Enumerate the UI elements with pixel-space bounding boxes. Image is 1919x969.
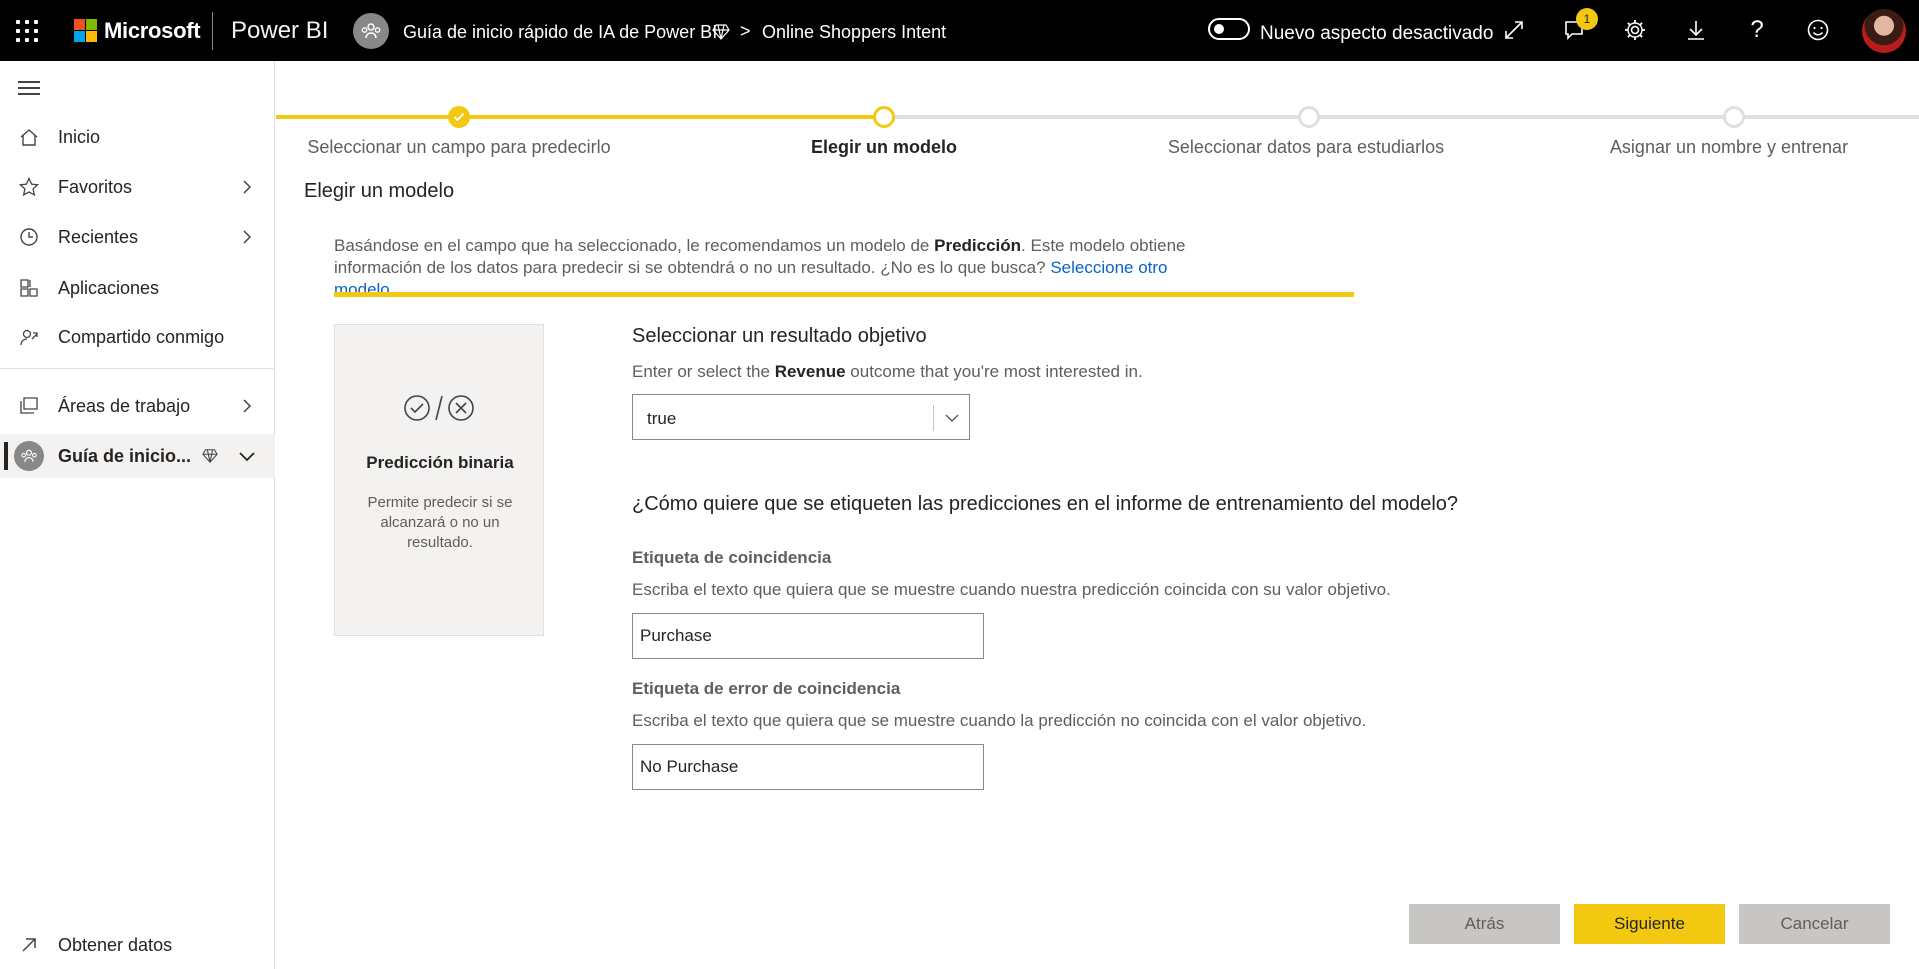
step-2-label[interactable]: Elegir un modelo: [811, 137, 957, 158]
chevron-right-icon: [243, 230, 252, 244]
step-3-dot: [1298, 106, 1320, 128]
stepper-progress: [276, 115, 884, 119]
info-text-bold: Predicción: [934, 236, 1022, 255]
step-1-checkmark-icon: [448, 106, 470, 128]
help-icon[interactable]: ?: [1741, 14, 1773, 46]
step-3-label[interactable]: Seleccionar datos para estudiarlos: [1168, 137, 1444, 158]
toggle-knob: [1214, 24, 1224, 34]
sidebar-divider: [0, 368, 275, 369]
clock-icon: [18, 226, 40, 248]
main-content: Seleccionar un campo para predecirlo Ele…: [276, 61, 1919, 969]
get-data-label: Obtener datos: [58, 934, 173, 955]
user-avatar[interactable]: [1862, 9, 1906, 53]
app-launcher-icon[interactable]: [14, 18, 40, 44]
sidebar-item-home[interactable]: Inicio: [0, 115, 275, 159]
sidebar-item-label: Guía de inicio...: [58, 445, 192, 466]
feedback-smiley-icon[interactable]: [1802, 14, 1834, 46]
download-icon[interactable]: [1680, 14, 1712, 46]
settings-gear-icon[interactable]: [1619, 14, 1651, 46]
breadcrumb-chevron-icon: >: [740, 21, 751, 41]
breadcrumb-dataflow[interactable]: Online Shoppers Intent: [762, 22, 946, 43]
workspace-avatar-icon: [14, 441, 44, 471]
sidebar-item-current-workspace[interactable]: Guía de inicio...: [0, 434, 275, 478]
sidebar-item-label: Compartido conmigo: [58, 326, 225, 347]
workspaces-icon: [18, 395, 40, 417]
mismatch-label-description: Escriba el texto que quiera que se muest…: [632, 711, 1367, 730]
hamburger-menu-icon[interactable]: [18, 81, 40, 97]
target-sub-part2: outcome that you're most interested in.: [845, 362, 1143, 381]
sidebar-item-label: Recientes: [58, 226, 139, 247]
sidebar-item-label: Inicio: [58, 126, 101, 147]
page-title: Elegir un modelo: [304, 180, 455, 202]
mismatch-label-heading: Etiqueta de error de coincidencia: [632, 679, 901, 698]
chevron-right-icon: [243, 180, 252, 194]
product-name[interactable]: Power BI: [231, 17, 328, 45]
premium-diamond-icon: [712, 24, 730, 40]
chevron-right-icon: [243, 399, 252, 413]
notification-count-badge: 1: [1576, 8, 1598, 30]
info-accent-bar: [334, 292, 1354, 297]
apps-icon: [18, 277, 40, 299]
top-bar: Microsoft Power BI Guía de inicio rápido…: [0, 0, 1919, 61]
model-card-title: Predicción binaria: [366, 453, 514, 472]
sidebar-item-label: Aplicaciones: [58, 277, 160, 298]
header-divider: [212, 12, 213, 50]
info-text-part1: Basándose en el campo que ha seleccionad…: [334, 236, 935, 255]
target-outcome-heading: Seleccionar un resultado objetivo: [632, 325, 927, 347]
workspace-avatar-icon: [353, 13, 389, 49]
binary-prediction-card[interactable]: Predicción binaria Permite predecir si s…: [334, 324, 544, 636]
star-icon: [18, 176, 40, 198]
chevron-down-icon[interactable]: [944, 410, 960, 426]
check-cross-icon: [404, 395, 474, 421]
help-glyph: ?: [1750, 16, 1764, 43]
microsoft-logo-icon: [74, 19, 97, 42]
target-sub-part1: Enter or select the: [632, 362, 775, 381]
active-indicator: [4, 442, 8, 470]
step-2-dot: [873, 106, 895, 128]
premium-diamond-icon: [202, 449, 218, 464]
prediction-labels-heading: ¿Cómo quiere que se etiqueten las predic…: [632, 493, 1459, 515]
sidebar-item-recent[interactable]: Recientes: [0, 215, 275, 259]
dropdown-separator: [933, 405, 934, 431]
new-look-label: Nuevo aspecto desactivado: [1260, 23, 1494, 44]
chevron-down-icon: [239, 452, 255, 462]
breadcrumb-workspace[interactable]: Guía de inicio rápido de IA de Power BI: [403, 22, 717, 43]
sidebar-item-workspaces[interactable]: Áreas de trabajo: [0, 384, 275, 428]
new-look-toggle[interactable]: [1208, 18, 1250, 40]
model-card-description: Permite predecir si se alcanzará o no un…: [367, 494, 513, 551]
match-label-description: Escriba el texto que quiera que se muest…: [632, 580, 1391, 599]
target-outcome-instructions: Enter or select the Revenue outcome that…: [632, 362, 1143, 382]
match-label-input[interactable]: [632, 613, 984, 659]
mismatch-label-input[interactable]: [632, 744, 984, 790]
arrow-up-right-icon: [18, 934, 40, 956]
back-button[interactable]: Atrás: [1409, 904, 1560, 944]
step-4-dot: [1723, 106, 1745, 128]
target-outcome-dropdown[interactable]: true: [632, 394, 970, 440]
shared-icon: [18, 326, 40, 348]
match-label-heading: Etiqueta de coincidencia: [632, 548, 832, 567]
notifications-icon[interactable]: 1: [1558, 8, 1598, 46]
expand-icon[interactable]: [1498, 14, 1530, 46]
cancel-button[interactable]: Cancelar: [1739, 904, 1890, 944]
sidebar-item-label: Favoritos: [58, 176, 133, 197]
target-outcome-value: true: [647, 409, 677, 428]
brand-name[interactable]: Microsoft: [104, 18, 201, 44]
step-1-label[interactable]: Seleccionar un campo para predecirlo: [307, 137, 610, 158]
home-icon: [18, 126, 40, 148]
sidebar-item-shared[interactable]: Compartido conmigo: [0, 315, 275, 359]
step-4-label[interactable]: Asignar un nombre y entrenar: [1610, 137, 1848, 158]
target-sub-bold: Revenue: [774, 362, 846, 381]
sidebar-item-favorites[interactable]: Favoritos: [0, 165, 275, 209]
sidebar-item-label: Áreas de trabajo: [58, 395, 191, 416]
next-button[interactable]: Siguiente: [1574, 904, 1725, 944]
sidebar-item-apps[interactable]: Aplicaciones: [0, 266, 275, 310]
sidebar-get-data[interactable]: Obtener datos: [0, 923, 275, 967]
left-navigation: Inicio Favoritos Recientes Aplicaciones …: [0, 61, 275, 969]
